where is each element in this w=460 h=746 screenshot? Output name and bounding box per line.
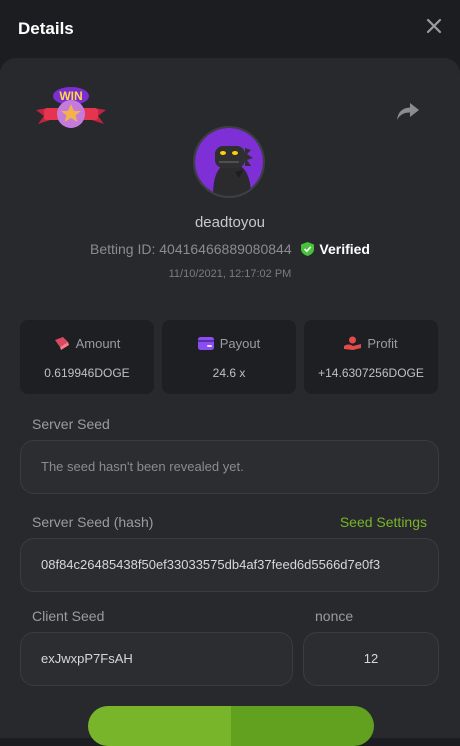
betting-id-row: Betting ID: 40416466889080844 Verified <box>0 241 460 257</box>
avatar-image <box>195 128 263 196</box>
verified-shield-icon <box>300 242 314 256</box>
payout-value: 24.6 x <box>212 366 246 380</box>
bet-datetime: 11/10/2021, 12:17:02 PM <box>168 268 292 280</box>
modal-header: Details <box>0 0 460 58</box>
nonce-label: nonce <box>315 608 354 624</box>
bottom-action-button[interactable] <box>88 706 374 746</box>
close-icon[interactable] <box>424 16 444 36</box>
server-seed-field[interactable]: The seed hasn't been revealed yet. <box>20 440 439 494</box>
modal-title: Details <box>18 19 74 38</box>
seed-settings-link[interactable]: Seed Settings <box>340 514 427 530</box>
payout-card: Payout 24.6 x <box>162 320 296 394</box>
server-seed-label: Server Seed <box>32 416 110 432</box>
profit-card: Profit +14.6307256DOGE <box>304 320 438 394</box>
profit-icon <box>344 336 362 350</box>
server-seed-hash-label: Server Seed (hash) <box>32 514 154 530</box>
verified-label: Verified <box>319 241 370 257</box>
amount-card: Amount 0.619946DOGE <box>20 320 154 394</box>
amount-icon <box>54 337 69 350</box>
payout-icon <box>197 337 214 350</box>
betting-id-value[interactable]: 40416466889080844 <box>159 241 291 257</box>
win-badge-text: WIN <box>59 89 82 103</box>
username: deadtoyou <box>194 214 266 231</box>
share-icon[interactable] <box>396 100 420 122</box>
server-seed-hash-field[interactable]: 08f84c26485438f50ef33033575db4af37feed6d… <box>20 538 439 592</box>
profit-value: +14.6307256DOGE <box>318 366 424 380</box>
profit-label: Profit <box>367 336 398 351</box>
client-seed-label: Client Seed <box>32 608 105 624</box>
nonce-field[interactable]: 12 <box>303 632 439 686</box>
win-badge: WIN <box>36 87 106 128</box>
amount-value: 0.619946DOGE <box>44 366 130 380</box>
avatar <box>193 126 265 198</box>
client-seed-field[interactable]: exJwxpP7FsAH <box>20 632 293 686</box>
betting-id-label: Betting ID: <box>89 241 156 257</box>
payout-label: Payout <box>219 336 261 351</box>
amount-label: Amount <box>75 336 121 351</box>
